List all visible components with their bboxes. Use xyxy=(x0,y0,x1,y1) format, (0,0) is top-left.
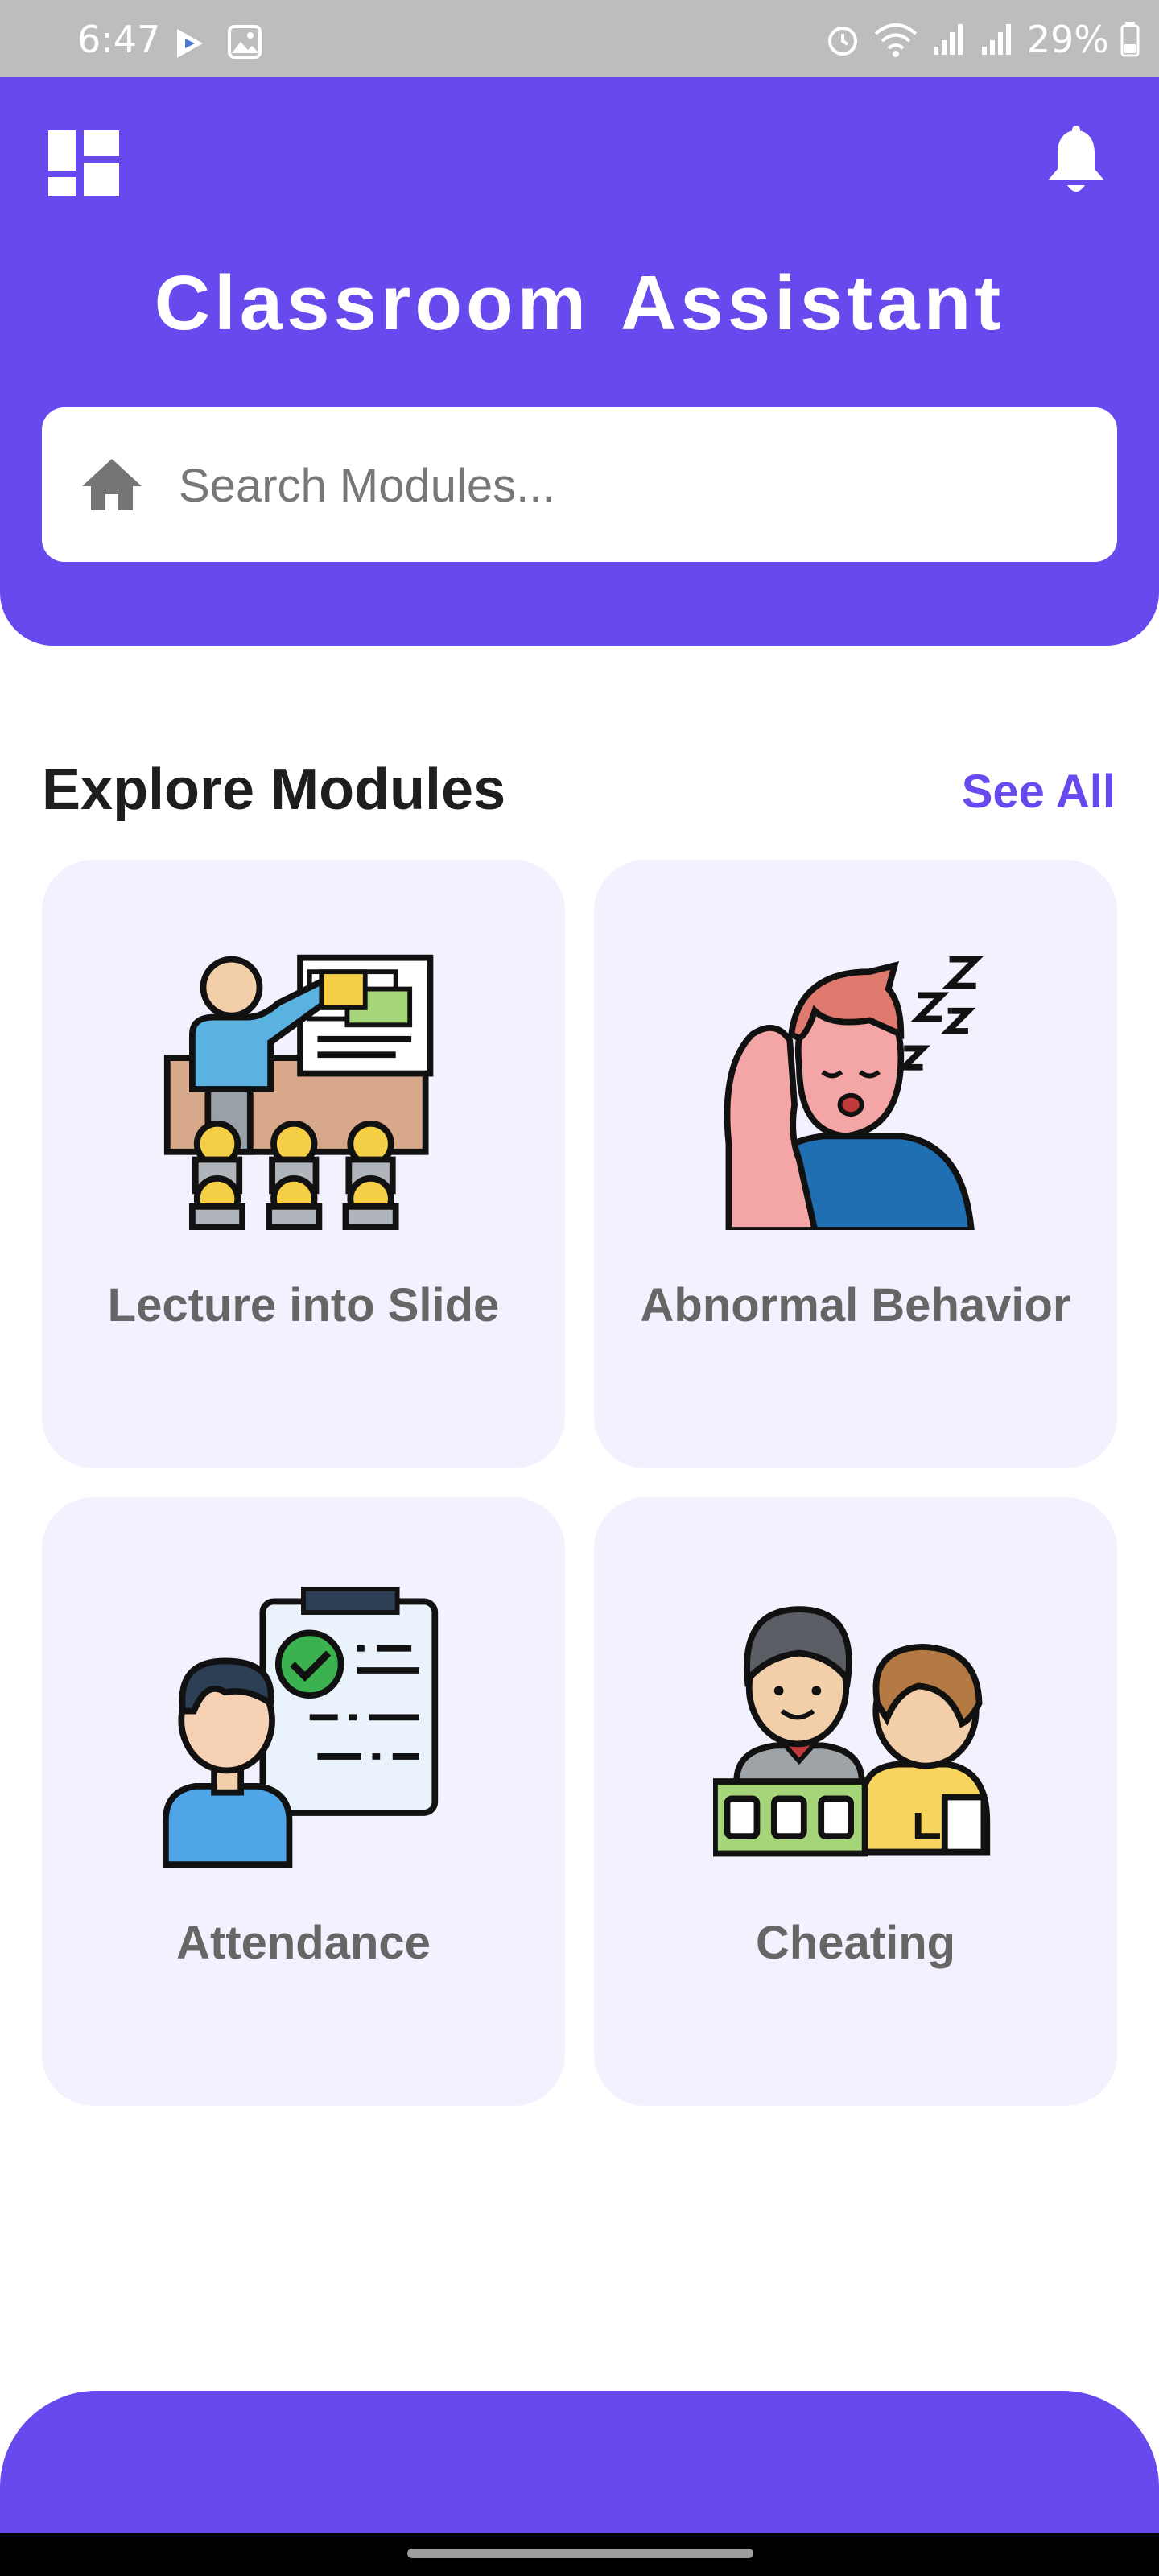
signal-icon-secondary xyxy=(981,24,1011,55)
notification-bell-icon[interactable] xyxy=(1040,126,1112,198)
sleeping-student-icon xyxy=(724,956,984,1230)
wifi-icon xyxy=(874,23,918,57)
alarm-icon xyxy=(827,27,857,56)
see-all-link[interactable]: See All xyxy=(962,765,1116,819)
dashboard-menu-icon[interactable] xyxy=(48,130,119,196)
cheating-students-icon xyxy=(713,1606,991,1857)
module-card-label: Abnormal Behavior xyxy=(640,1279,1071,1331)
module-card-cheating[interactable]: Cheating xyxy=(594,1497,1117,2106)
section-title: Explore Modules xyxy=(42,758,506,822)
signal-icon xyxy=(933,24,963,55)
status-time: 6:47 xyxy=(77,18,161,61)
lecture-presentation-icon xyxy=(163,954,434,1230)
status-bar: 6:47 29% xyxy=(0,0,1159,77)
module-card-label: Attendance xyxy=(176,1917,431,1969)
search-input[interactable] xyxy=(177,440,1066,531)
bottom-navigation-bar xyxy=(0,2391,1159,2536)
gesture-handle[interactable] xyxy=(407,2549,753,2558)
module-card-abnormal-behavior[interactable]: Abnormal Behavior xyxy=(594,860,1117,1468)
attendance-checklist-icon xyxy=(162,1586,439,1868)
image-notification-icon xyxy=(228,25,262,59)
status-notification-icons xyxy=(171,24,262,63)
module-card-attendance[interactable]: Attendance xyxy=(42,1497,565,2106)
app-title: Classroom Assistant xyxy=(154,260,1005,346)
module-card-label: Cheating xyxy=(755,1917,956,1969)
search-box[interactable] xyxy=(42,407,1117,562)
status-right-icons: 29% xyxy=(824,18,1140,61)
app-notification-icon xyxy=(177,29,203,58)
battery-percent: 29% xyxy=(1026,18,1109,61)
battery-icon xyxy=(1120,22,1140,57)
module-card-label: Lecture into Slide xyxy=(107,1279,500,1331)
system-navigation-bar xyxy=(0,2533,1159,2576)
module-card-lecture-into-slide[interactable]: Lecture into Slide xyxy=(42,860,565,1468)
home-icon xyxy=(82,459,142,510)
